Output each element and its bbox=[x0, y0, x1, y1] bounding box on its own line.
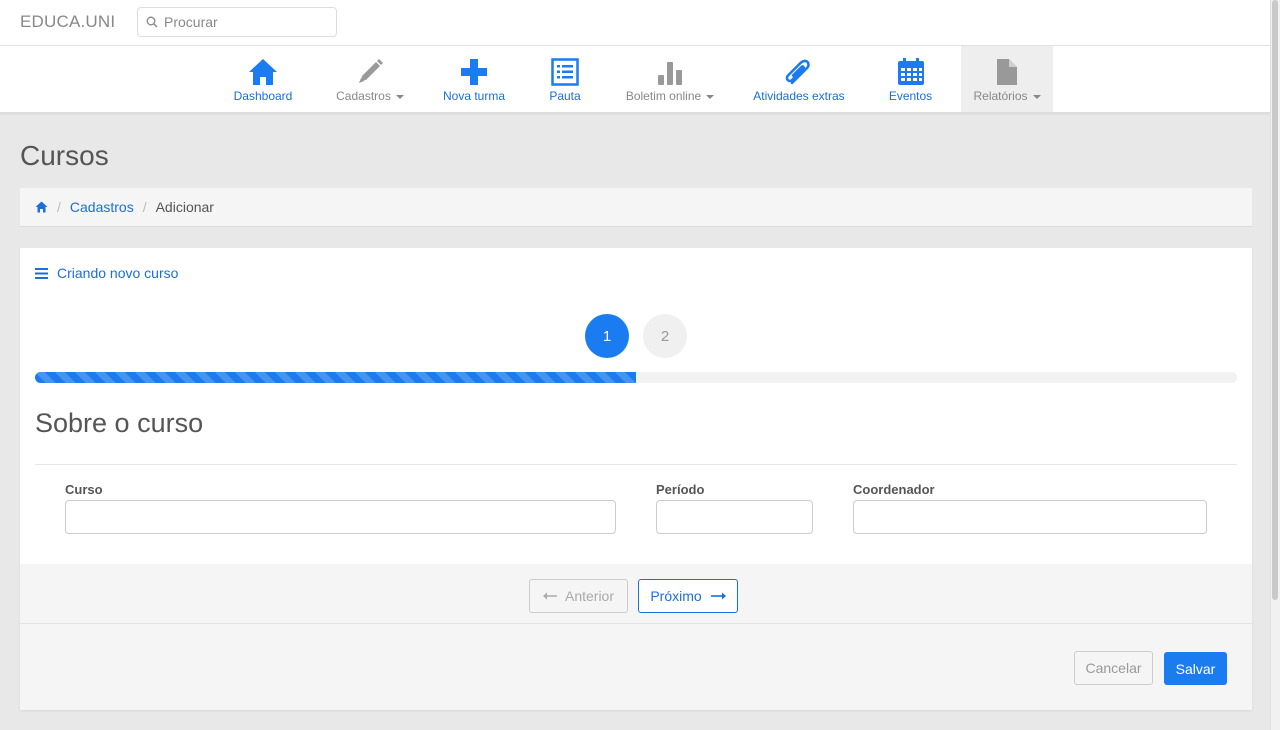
nav-item-label: Dashboard bbox=[233, 89, 293, 103]
nav-item-dashboard[interactable]: Dashboard bbox=[228, 46, 298, 112]
periodo-label: Período bbox=[656, 482, 705, 497]
panel-heading-text: Criando novo curso bbox=[57, 265, 179, 281]
breadcrumb-separator: / bbox=[142, 199, 147, 215]
nav-item-label: Eventos bbox=[888, 89, 933, 103]
nav-item-label: Cadastros bbox=[336, 89, 391, 103]
previous-button-label: Anterior bbox=[564, 588, 615, 604]
search-box[interactable] bbox=[137, 7, 337, 37]
panel-heading: Criando novo curso bbox=[35, 265, 178, 281]
nav-item-label: Nova turma bbox=[442, 89, 506, 103]
caret-down-icon bbox=[1032, 94, 1041, 99]
breadcrumb-separator: / bbox=[57, 199, 61, 215]
home-icon bbox=[249, 59, 277, 85]
form-panel: Criando novo curso 1 2 Sobre o curso Cur… bbox=[20, 248, 1252, 710]
wizard-progress-fill bbox=[35, 372, 636, 383]
top-bar: EDUCA.UNI bbox=[0, 0, 1270, 46]
breadcrumb-link-cadastros[interactable]: Cadastros bbox=[70, 199, 134, 215]
next-button-label: Próximo bbox=[650, 588, 702, 604]
nav-item-label: Pauta bbox=[549, 89, 581, 103]
pencil-icon bbox=[359, 59, 383, 83]
plus-icon bbox=[461, 59, 487, 85]
section-title: Sobre o curso bbox=[35, 408, 204, 438]
breadcrumb-current: Adicionar bbox=[155, 199, 214, 215]
caret-down-icon bbox=[706, 94, 715, 99]
nav-item-eventos[interactable]: Eventos bbox=[884, 46, 937, 112]
nav-item-atividades-extras[interactable]: Atividades extras bbox=[749, 46, 849, 112]
home-icon[interactable] bbox=[35, 201, 48, 213]
scrollbar-thumb[interactable] bbox=[1272, 0, 1278, 600]
wizard-step-1[interactable]: 1 bbox=[585, 314, 629, 358]
nav-item-pauta[interactable]: Pauta bbox=[543, 46, 587, 112]
search-icon bbox=[146, 16, 158, 28]
previous-button[interactable]: Anterior bbox=[529, 579, 628, 613]
main-nav: Dashboard Cadastros Nova turma Pauta Bol… bbox=[0, 46, 1270, 113]
coordenador-label: Coordenador bbox=[853, 482, 935, 497]
next-button[interactable]: Próximo bbox=[638, 579, 738, 613]
search-input[interactable] bbox=[164, 14, 334, 30]
curso-label: Curso bbox=[65, 482, 103, 497]
save-button[interactable]: Salvar bbox=[1164, 652, 1227, 685]
brand-logo[interactable]: EDUCA.UNI bbox=[20, 12, 115, 32]
nav-item-label: Relatórios bbox=[973, 89, 1028, 103]
section-divider bbox=[35, 464, 1237, 465]
caret-down-icon bbox=[395, 94, 404, 99]
curso-input[interactable] bbox=[65, 500, 616, 534]
page-title: Cursos bbox=[20, 140, 109, 171]
nav-item-relatorios[interactable]: Relatórios bbox=[961, 46, 1053, 112]
nav-item-boletim-online[interactable]: Boletim online bbox=[618, 46, 722, 112]
arrow-left-icon bbox=[542, 592, 557, 600]
page-scrollbar[interactable] bbox=[1270, 0, 1280, 730]
wizard-progress-bar bbox=[35, 372, 1237, 383]
file-icon bbox=[997, 59, 1017, 85]
periodo-input[interactable] bbox=[656, 500, 813, 534]
form-actions-bar: Cancelar Salvar bbox=[20, 624, 1252, 710]
wizard-nav-bar: Anterior Próximo bbox=[20, 564, 1252, 624]
breadcrumb: / Cadastros / Adicionar bbox=[20, 188, 1252, 227]
wizard-step-2[interactable]: 2 bbox=[643, 314, 687, 358]
nav-item-cadastros[interactable]: Cadastros bbox=[330, 46, 410, 112]
nav-item-nova-turma[interactable]: Nova turma bbox=[438, 46, 510, 112]
cancel-button[interactable]: Cancelar bbox=[1074, 651, 1153, 685]
nav-item-label: Atividades extras bbox=[753, 89, 845, 103]
calendar-icon bbox=[897, 58, 924, 85]
coordenador-input[interactable] bbox=[853, 500, 1207, 534]
list-icon bbox=[551, 58, 579, 86]
bar-chart-icon bbox=[658, 62, 682, 85]
nav-item-label: Boletim online bbox=[625, 89, 702, 103]
paperclip-icon bbox=[785, 59, 810, 85]
bars-icon bbox=[35, 267, 48, 279]
arrow-right-icon bbox=[710, 592, 726, 600]
